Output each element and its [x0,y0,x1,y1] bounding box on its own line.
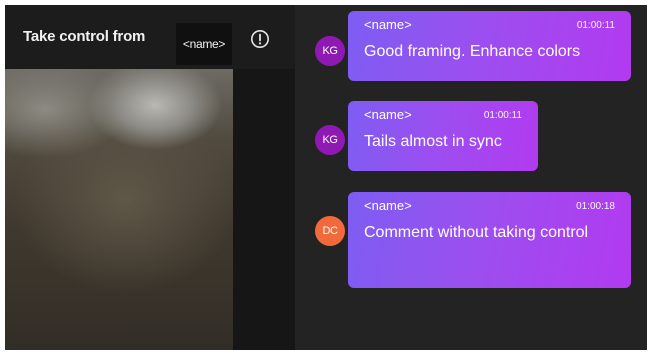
presenter-name: <name> [176,23,232,65]
app-frame: Take control from <name> KG <name> 01:00… [5,5,647,350]
info-icon[interactable] [250,29,270,49]
message-author: <name> [364,17,412,32]
message-bubble[interactable]: <name> 01:00:18 Comment without taking c… [348,192,631,288]
take-control-title: Take control from [23,28,146,45]
avatar: KG [315,36,345,66]
video-side-strip [233,69,295,350]
message-author: <name> [364,107,412,122]
avatar: KG [315,125,345,155]
message-bubble[interactable]: <name> 01:00:11 Good framing. Enhance co… [348,11,631,81]
message-text: Tails almost in sync [364,133,502,150]
avatar: DC [315,216,345,246]
message-time: 01:00:11 [576,20,615,31]
chat-panel: KG <name> 01:00:11 Good framing. Enhance… [295,5,647,350]
video-header: Take control from <name> [5,5,295,69]
video-panel: Take control from <name> [5,5,295,350]
shared-video[interactable] [5,69,233,350]
message-time: 01:00:18 [576,201,615,212]
message-text: Comment without taking control [364,224,589,241]
message-author: <name> [364,198,412,213]
message-bubble[interactable]: <name> 01:00:11 Tails almost in sync [348,101,538,171]
message-text: Good framing. Enhance colors [364,43,581,60]
message-time: 01:00:11 [483,110,522,121]
